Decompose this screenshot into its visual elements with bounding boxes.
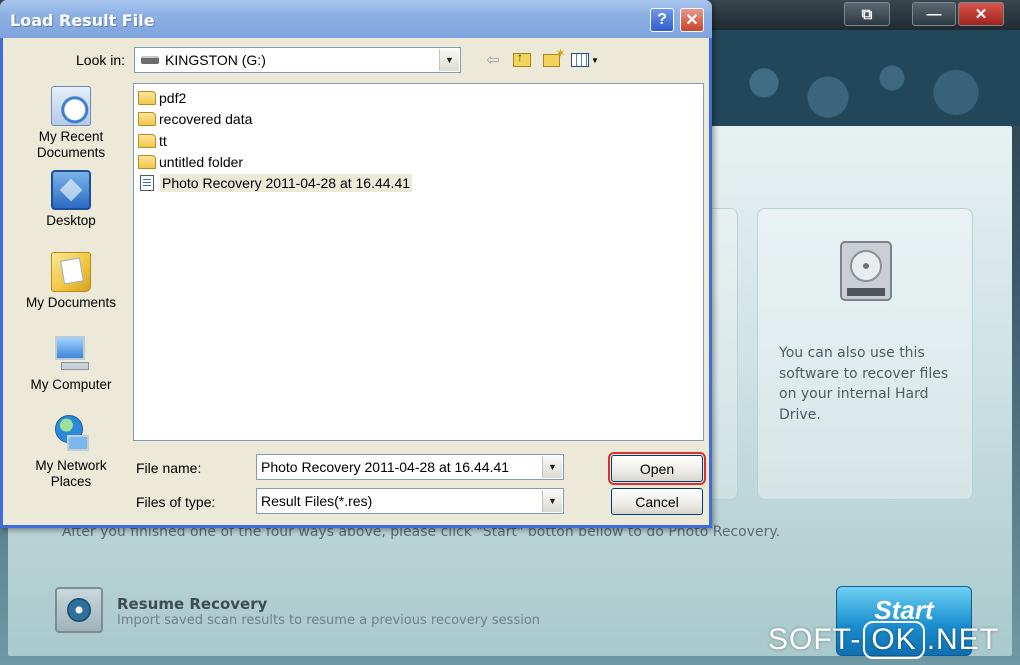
network-places-icon <box>51 415 91 455</box>
load-result-file-dialog: Load Result File ? ✕ Look in: KINGSTON (… <box>0 0 712 528</box>
file-name: pdf2 <box>159 90 187 106</box>
app-restore-button[interactable]: ⧉ <box>844 2 890 26</box>
place-label: My Recent Documents <box>36 129 106 160</box>
place-my-computer[interactable]: My Computer <box>17 334 125 393</box>
resume-recovery-icon[interactable] <box>55 587 103 633</box>
watermark-left: SOFT- <box>768 623 862 656</box>
list-item[interactable]: tt <box>138 131 167 151</box>
folder-icon <box>138 112 156 126</box>
file-name-value[interactable]: Photo Recovery 2011-04-28 at 16.44.41 <box>261 459 509 475</box>
look-in-value: KINGSTON (G:) <box>165 52 266 68</box>
chevron-down-icon[interactable]: ▼ <box>542 456 562 478</box>
open-button[interactable]: Open <box>608 452 706 485</box>
place-my-documents[interactable]: My Documents <box>17 252 125 311</box>
my-documents-icon <box>51 252 91 292</box>
list-item[interactable]: recovered data <box>138 109 252 129</box>
view-menu-icon[interactable]: ▼ <box>569 50 601 70</box>
look-in-label: Look in: <box>76 52 126 68</box>
up-one-level-icon[interactable] <box>511 50 533 70</box>
place-label: My Documents <box>25 295 117 310</box>
place-my-network-places[interactable]: My Network Places <box>17 415 125 490</box>
place-desktop[interactable]: Desktop <box>17 170 125 229</box>
resume-recovery-title[interactable]: Resume Recovery <box>117 595 267 613</box>
folder-icon <box>138 91 156 105</box>
chevron-down-icon[interactable]: ▼ <box>542 490 562 512</box>
list-item[interactable]: pdf2 <box>138 88 186 108</box>
drive-icon <box>141 56 159 64</box>
folder-icon <box>138 155 156 169</box>
watermark-right: .NET <box>926 623 1000 656</box>
file-type-value: Result Files(*.res) <box>261 493 373 509</box>
new-folder-icon[interactable] <box>540 46 566 70</box>
hard-drive-icon <box>840 241 892 301</box>
app-close-button[interactable]: ✕ <box>958 2 1004 26</box>
recent-documents-icon <box>51 86 91 126</box>
my-computer-icon <box>51 334 91 374</box>
folder-icon <box>138 134 156 148</box>
resume-recovery-subtitle: Import saved scan results to resume a pr… <box>117 613 541 628</box>
dialog-title-bar[interactable]: Load Result File ? ✕ <box>0 0 712 38</box>
list-item[interactable]: untitled folder <box>138 152 243 172</box>
place-my-recent-documents[interactable]: My Recent Documents <box>17 86 125 161</box>
app-header-banner <box>700 30 1020 126</box>
list-item-selected[interactable]: Photo Recovery 2011-04-28 at 16.44.41 <box>138 173 413 193</box>
file-type-label: Files of type: <box>136 494 216 510</box>
file-type-dropdown[interactable]: Result Files(*.res) ▼ <box>256 488 564 514</box>
file-name-field[interactable]: Photo Recovery 2011-04-28 at 16.44.41 ▼ <box>256 454 564 480</box>
dialog-close-button[interactable]: ✕ <box>680 8 704 32</box>
watermark-ok: OK <box>863 621 925 659</box>
file-name: untitled folder <box>159 154 244 170</box>
back-arrow-icon[interactable]: ⇦ <box>482 50 504 70</box>
place-label: My Network Places <box>35 458 107 489</box>
file-name: recovered data <box>159 111 253 127</box>
place-label: My Computer <box>30 377 112 392</box>
cancel-button[interactable]: Cancel <box>611 488 703 515</box>
place-label: Desktop <box>46 213 96 228</box>
app-minimize-button[interactable]: — <box>912 2 956 26</box>
result-file-icon <box>140 175 154 191</box>
file-name-label: File name: <box>136 460 202 476</box>
look-in-dropdown[interactable]: KINGSTON (G:) ▼ <box>134 47 461 73</box>
desktop-icon <box>51 170 91 210</box>
dialog-title: Load Result File <box>10 11 155 30</box>
file-list[interactable]: pdf2 recovered data tt untitled folder P… <box>133 83 704 441</box>
watermark: SOFT- OK .NET <box>768 618 999 662</box>
internal-drive-description: You can also use this software to recove… <box>779 345 949 423</box>
file-name: tt <box>159 133 167 149</box>
file-name: Photo Recovery 2011-04-28 at 16.44.41 <box>160 174 413 192</box>
help-button[interactable]: ? <box>650 8 674 32</box>
chevron-down-icon[interactable]: ▼ <box>439 49 459 71</box>
